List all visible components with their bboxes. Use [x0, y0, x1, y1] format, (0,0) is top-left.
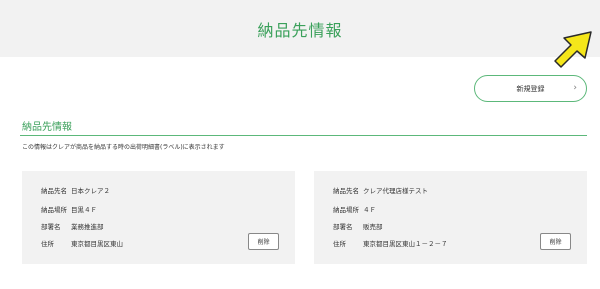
address-value: 東京都目黒区東山: [71, 240, 123, 248]
section-heading: 納品先情報: [22, 122, 72, 133]
new-registration-label: 新規登録: [516, 84, 545, 93]
place-label: 納品場所: [41, 206, 67, 214]
card-row-place: 納品場所 ４Ｆ: [333, 206, 376, 215]
name-label: 納品先名: [41, 187, 67, 195]
card-row-dept: 部署名 販売部: [333, 223, 383, 232]
dept-label: 部署名: [333, 223, 353, 231]
new-registration-button[interactable]: 新規登録 ›: [474, 75, 587, 102]
card-row-name: 納品先名 日本クレア２: [41, 187, 110, 196]
section-divider: [20, 135, 587, 136]
card-row-address: 住所 東京都目黒区東山１－２－７: [333, 240, 448, 249]
dept-label: 部署名: [41, 223, 61, 231]
name-value: 日本クレア２: [71, 187, 110, 195]
address-label: 住所: [41, 240, 54, 248]
page-header: 納品先情報: [0, 0, 600, 57]
card-row-place: 納品場所 目黒４Ｆ: [41, 206, 97, 215]
dept-value: 業務推進部: [71, 223, 104, 231]
delivery-destination-card: 納品先名 日本クレア２ 納品場所 目黒４Ｆ 部署名 業務推進部 住所 東京都目黒区東山 …: [22, 171, 295, 264]
pointer-arrow-icon: [554, 31, 592, 68]
dept-value: 販売部: [363, 223, 383, 231]
address-value: 東京都目黒区東山１－２－７: [363, 240, 448, 248]
card-row-address: 住所 東京都目黒区東山: [41, 240, 123, 249]
delivery-destination-card: 納品先名 クレア代理店様テスト 納品場所 ４Ｆ 部署名 販売部 住所 東京都目黒区東山１…: [314, 171, 587, 264]
delete-button[interactable]: 削除: [248, 233, 279, 250]
section-description: この情報はクレアが商品を納品する時の出荷明細書(ラベル)に表示されます: [22, 144, 225, 151]
chevron-right-icon: ›: [573, 83, 577, 93]
place-label: 納品場所: [333, 206, 359, 214]
name-value: クレア代理店様テスト: [363, 187, 428, 195]
card-row-name: 納品先名 クレア代理店様テスト: [333, 187, 428, 196]
address-label: 住所: [333, 240, 346, 248]
place-value: 目黒４Ｆ: [71, 206, 97, 214]
delete-button[interactable]: 削除: [540, 233, 571, 250]
place-value: ４Ｆ: [363, 206, 376, 214]
card-row-dept: 部署名 業務推進部: [41, 223, 104, 232]
name-label: 納品先名: [333, 187, 359, 195]
page-title: 納品先情報: [257, 20, 343, 40]
